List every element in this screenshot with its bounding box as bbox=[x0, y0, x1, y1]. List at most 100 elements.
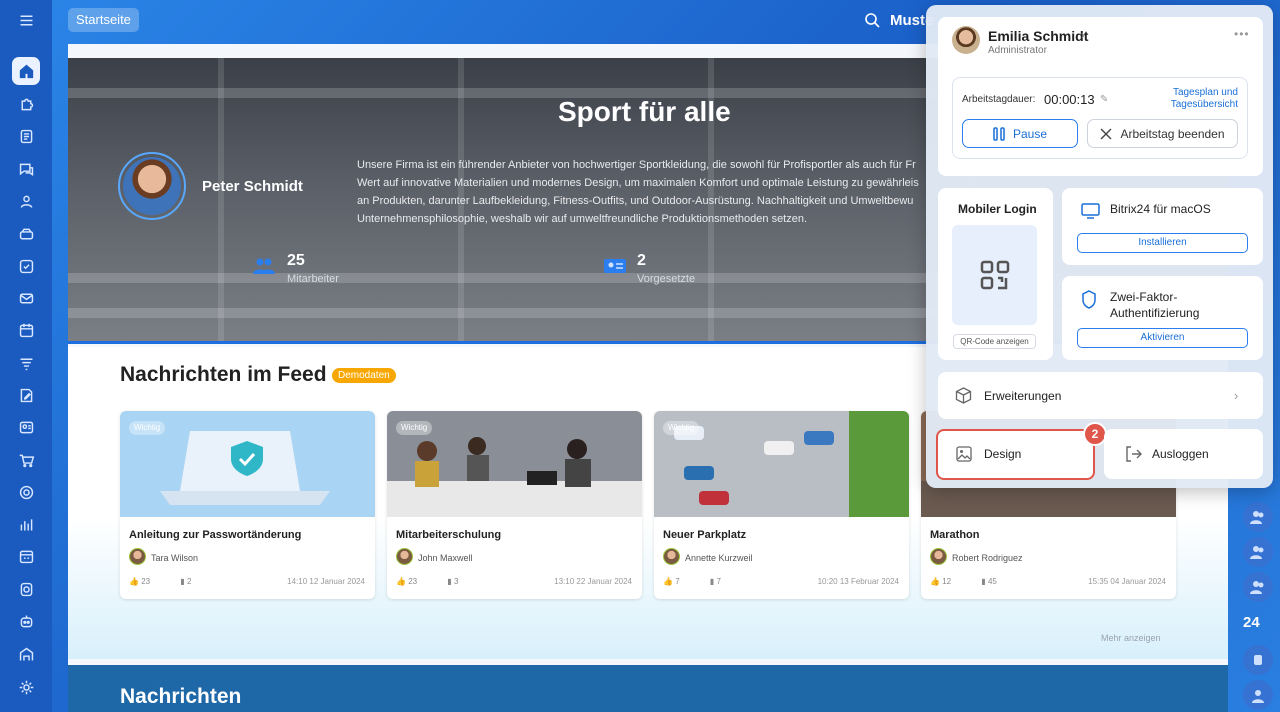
show-qr-button[interactable]: QR-Code anzeigen bbox=[953, 334, 1036, 349]
people-icon bbox=[253, 258, 275, 274]
like-count: 👍 23 bbox=[396, 577, 418, 586]
schedule-icon[interactable] bbox=[12, 542, 40, 570]
stat-employees-label: Mitarbeiter bbox=[287, 273, 339, 285]
card-tag: Wichtig bbox=[396, 421, 433, 435]
search-icon[interactable] bbox=[864, 12, 880, 28]
profile-avatar[interactable] bbox=[118, 152, 186, 220]
extensions-label: Erweiterungen bbox=[984, 389, 1062, 403]
like-count: 👍 12 bbox=[930, 577, 952, 586]
gear-icon[interactable] bbox=[12, 673, 40, 701]
comment-count: ▮ 7 bbox=[709, 577, 721, 586]
card-date: 13:10 22 Januar 2024 bbox=[554, 577, 632, 586]
qr-code-area[interactable] bbox=[952, 225, 1037, 325]
card-reactions: 👍 7 ▮ 7 bbox=[663, 577, 749, 586]
author-avatar bbox=[396, 548, 413, 565]
group-chat-icon[interactable] bbox=[1243, 537, 1273, 567]
day-plan-link[interactable]: Tagesplan und Tagesübersicht bbox=[1150, 87, 1238, 111]
show-more-link[interactable]: Mehr anzeigen bbox=[1101, 633, 1161, 643]
group-chat-icon[interactable] bbox=[1243, 572, 1273, 602]
image-icon bbox=[956, 446, 972, 462]
target-icon[interactable] bbox=[12, 478, 40, 506]
card-tag: Wichtig bbox=[663, 421, 700, 435]
robot-icon[interactable] bbox=[12, 607, 40, 635]
home-breadcrumb-button[interactable]: Startseite bbox=[68, 8, 139, 32]
news-section bbox=[68, 665, 1228, 712]
card-title[interactable]: Neuer Parkplatz bbox=[663, 529, 746, 541]
feed-card[interactable]: Wichtig Mitarbeiterschulung John Maxwell… bbox=[387, 411, 642, 599]
feed-card[interactable]: Wichtig Neuer Parkplatz Annette Kurzweil… bbox=[654, 411, 909, 599]
group-icon[interactable] bbox=[12, 187, 40, 215]
comment-count: ▮ 3 bbox=[447, 577, 459, 586]
chevron-right-icon[interactable]: › bbox=[1081, 28, 1085, 42]
user-avatar-icon[interactable] bbox=[1243, 680, 1273, 710]
sites-icon[interactable] bbox=[12, 575, 40, 603]
user-name[interactable]: Emilia Schmidt bbox=[988, 28, 1088, 44]
home-icon[interactable] bbox=[12, 57, 40, 85]
card-author[interactable]: John Maxwell bbox=[418, 553, 473, 563]
menu-icon[interactable] bbox=[12, 6, 40, 34]
author-avatar bbox=[930, 548, 947, 565]
qr-code-icon bbox=[980, 260, 1009, 290]
workday-duration-label: Arbeitstagdauer: bbox=[962, 94, 1036, 105]
feed-title: Nachrichten im Feed bbox=[120, 363, 327, 386]
tasks-icon[interactable] bbox=[12, 252, 40, 280]
cube-icon bbox=[955, 387, 972, 404]
monitor-icon bbox=[1081, 203, 1100, 219]
card-tag: Wichtig bbox=[129, 421, 166, 435]
calendar-icon[interactable] bbox=[12, 316, 40, 344]
feed-card[interactable]: Wichtig Anleitung zur Passwortänderung T… bbox=[120, 411, 375, 599]
bar-chart-icon[interactable] bbox=[12, 510, 40, 538]
card-author[interactable]: Annette Kurzweil bbox=[685, 553, 753, 563]
user-role: Administrator bbox=[988, 45, 1047, 56]
cart-icon[interactable] bbox=[12, 446, 40, 474]
mac-app-card bbox=[1062, 188, 1263, 265]
drive-icon[interactable] bbox=[12, 220, 40, 248]
pause-button[interactable]: Pause bbox=[962, 119, 1078, 148]
end-workday-button[interactable]: Arbeitstag beenden bbox=[1087, 119, 1238, 148]
hero-title: Sport für alle bbox=[558, 96, 731, 127]
mail-icon[interactable] bbox=[12, 284, 40, 312]
user-avatar[interactable] bbox=[952, 26, 980, 54]
card-date: 15:35 04 Januar 2024 bbox=[1088, 577, 1166, 586]
demo-badge: Demodaten bbox=[332, 368, 396, 383]
company-description: Unsere Firma ist ein führender Anbieter … bbox=[357, 159, 919, 225]
building-icon[interactable] bbox=[12, 640, 40, 668]
install-button[interactable]: Installieren bbox=[1077, 233, 1248, 253]
pencil-icon[interactable]: ✎ bbox=[1100, 94, 1108, 105]
puzzle-icon[interactable] bbox=[12, 90, 40, 118]
more-options-icon[interactable]: ••• bbox=[1234, 27, 1250, 41]
document-icon[interactable] bbox=[12, 122, 40, 150]
app-icon[interactable] bbox=[1243, 645, 1273, 675]
right-sidebar bbox=[1238, 480, 1280, 712]
card-author[interactable]: Tara Wilson bbox=[151, 553, 198, 563]
like-count: 👍 7 bbox=[663, 577, 680, 586]
group-chat-icon[interactable] bbox=[1243, 502, 1273, 532]
bitrix24-counter[interactable]: 24 bbox=[1243, 614, 1260, 631]
logout-label: Ausloggen bbox=[1152, 447, 1209, 461]
filter-icon[interactable] bbox=[12, 349, 40, 377]
comment-count: ▮ 2 bbox=[180, 577, 192, 586]
card-title[interactable]: Mitarbeiterschulung bbox=[396, 529, 501, 541]
card-reactions: 👍 12 ▮ 45 bbox=[930, 577, 1025, 586]
design-label: Design bbox=[984, 447, 1022, 461]
chevron-right-icon: › bbox=[1234, 388, 1239, 403]
contact-card-icon[interactable] bbox=[12, 413, 40, 441]
card-title[interactable]: Marathon bbox=[930, 529, 980, 541]
avatar-image bbox=[123, 157, 181, 215]
card-title[interactable]: Anleitung zur Passwortänderung bbox=[129, 529, 301, 541]
profile-name[interactable]: Peter Schmidt bbox=[202, 178, 303, 195]
author-avatar bbox=[129, 548, 146, 565]
card-reactions: 👍 23 ▮ 2 bbox=[129, 577, 219, 586]
workday-duration-value: 00:00:13 bbox=[1044, 92, 1095, 107]
edit-document-icon[interactable] bbox=[12, 381, 40, 409]
like-count: 👍 23 bbox=[129, 577, 151, 586]
stat-managers-label: Vorgesetzte bbox=[637, 273, 696, 285]
author-avatar bbox=[663, 548, 680, 565]
mac-app-title: Bitrix24 für macOS bbox=[1110, 202, 1211, 216]
card-author[interactable]: Robert Rodriguez bbox=[952, 553, 1023, 563]
activate-button[interactable]: Aktivieren bbox=[1077, 328, 1248, 348]
card-date: 14:10 12 Januar 2024 bbox=[287, 577, 365, 586]
chat-icon[interactable] bbox=[12, 155, 40, 183]
end-workday-label: Arbeitstag beenden bbox=[1120, 126, 1225, 141]
mobile-login-title: Mobiler Login bbox=[958, 202, 1037, 216]
